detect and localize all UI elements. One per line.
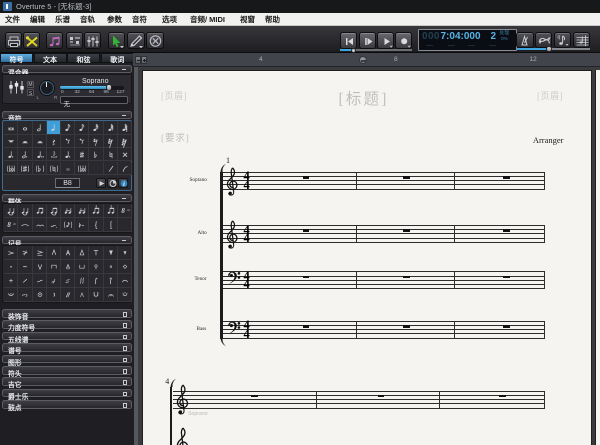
svg-text:8: 8 [8, 221, 12, 229]
svg-text:va: va [127, 209, 130, 213]
svg-text:q: q [558, 34, 561, 40]
svg-text:[: [ [110, 221, 113, 230]
svg-text:3: 3 [52, 152, 55, 158]
svg-text:∞: ∞ [66, 167, 70, 173]
svg-text:vb: vb [13, 223, 16, 227]
svg-text:{: { [95, 221, 98, 230]
svg-text:8: 8 [121, 207, 125, 215]
svg-text:3: 3 [96, 205, 98, 209]
svg-text:3: 3 [110, 205, 112, 209]
